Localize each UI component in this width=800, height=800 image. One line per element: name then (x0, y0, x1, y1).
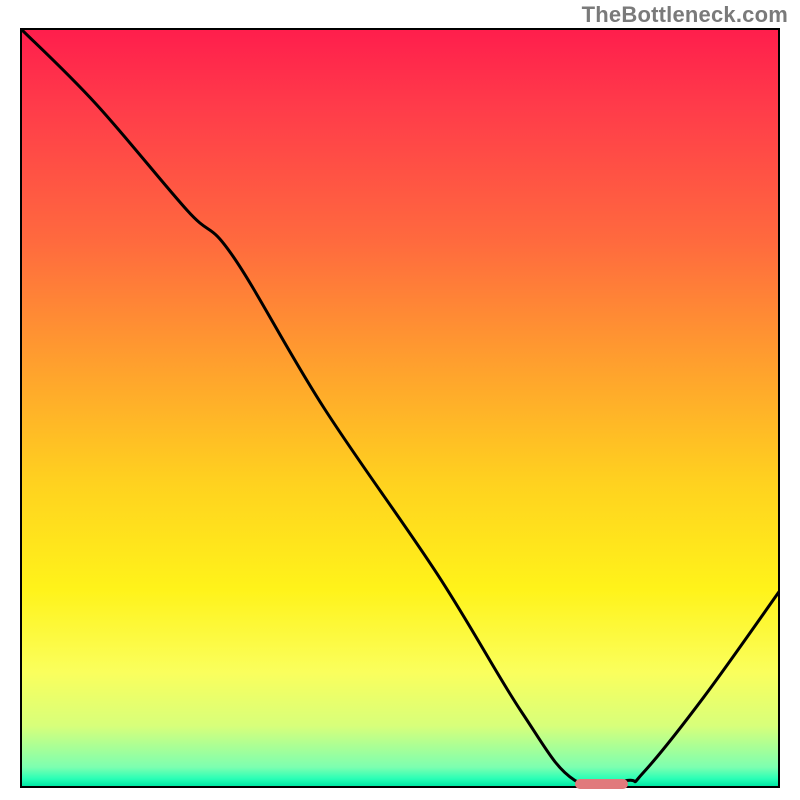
bottleneck-curve (20, 28, 780, 788)
plot-area (20, 28, 780, 788)
optimal-marker (575, 779, 628, 789)
watermark-text: TheBottleneck.com (582, 2, 788, 28)
chart-container: TheBottleneck.com (0, 0, 800, 800)
